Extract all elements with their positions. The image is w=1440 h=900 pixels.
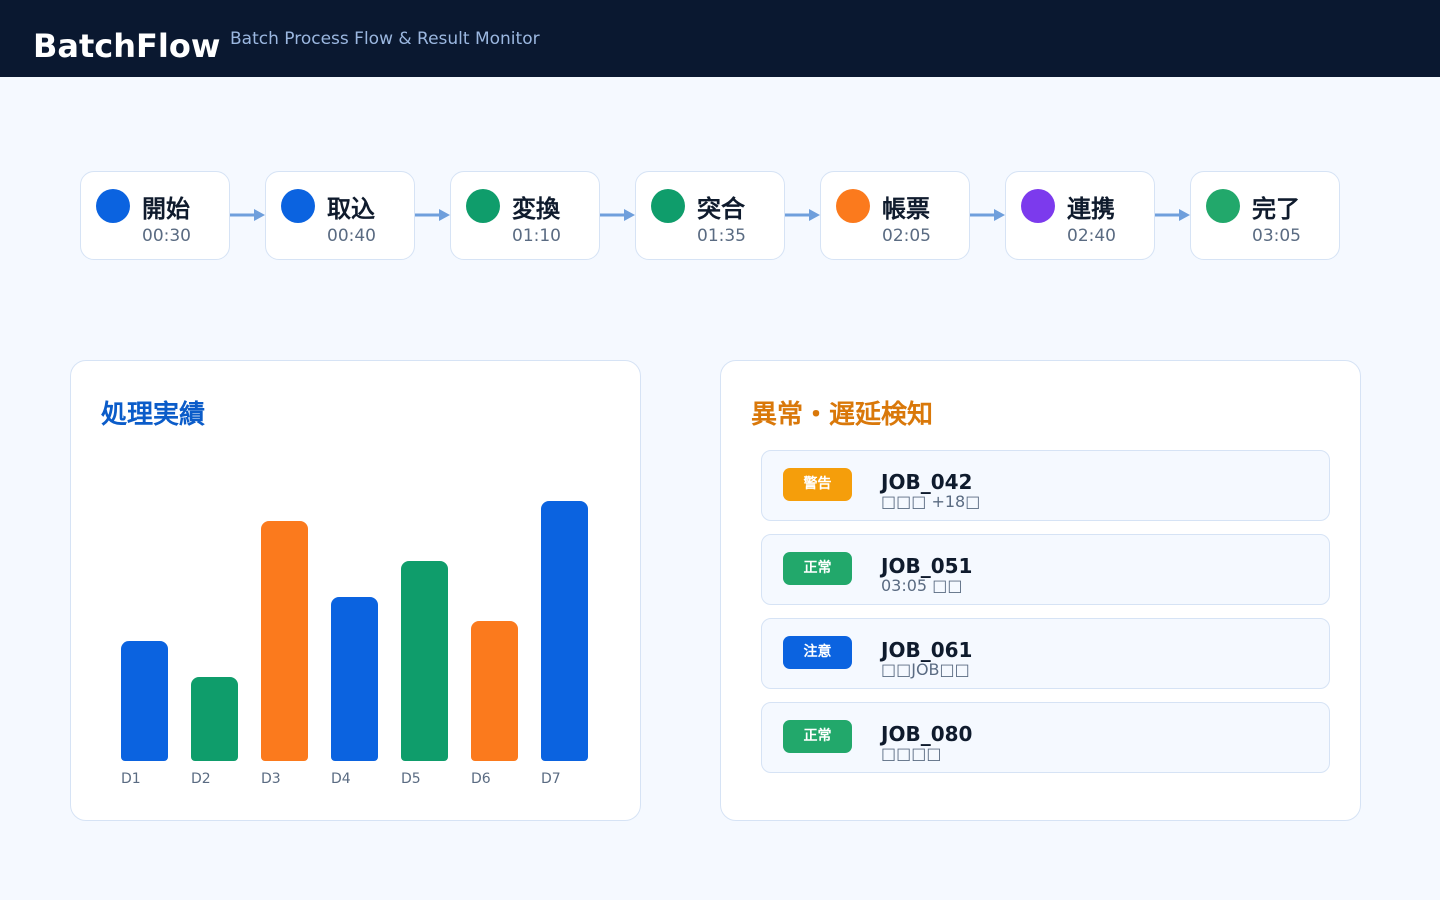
chart-bar-d3[interactable] [261,521,308,761]
flow-step-integration[interactable]: 連携 02:40 [1005,171,1155,260]
chart-bar-d5[interactable] [401,561,448,761]
flow-step-name: 帳票 [882,195,930,223]
flow-step-name: 完了 [1252,195,1300,223]
arrow-right-icon [230,209,265,221]
alert-item[interactable]: 正常 JOB_051 03:05 □□ [761,534,1330,605]
x-tick-label: D7 [541,771,561,787]
alerts-card: 異常・遅延検知 警告 JOB_042 □□□ +18□ 正常 JOB_051 0… [720,360,1361,821]
flow-step-time: 02:40 [1067,226,1116,246]
x-tick-label: D5 [401,771,421,787]
alert-item[interactable]: 注意 JOB_061 □□JOB□□ [761,618,1330,689]
alert-item[interactable]: 正常 JOB_080 □□□□ [761,702,1330,773]
flow-step-report[interactable]: 帳票 02:05 [820,171,970,260]
flow-step-start[interactable]: 開始 00:30 [80,171,230,260]
flow-step-name: 連携 [1067,195,1115,223]
flow-step-import[interactable]: 取込 00:40 [265,171,415,260]
app-brand[interactable]: BatchFlow [33,26,220,66]
chart-bar-d1[interactable] [121,641,168,761]
status-badge: 正常 [783,720,852,753]
status-dot-icon [836,189,870,223]
x-tick-label: D2 [191,771,211,787]
chart-bar-d4[interactable] [331,597,378,761]
flow-step-transform[interactable]: 変換 01:10 [450,171,600,260]
status-badge: 警告 [783,468,852,501]
status-badge: 正常 [783,552,852,585]
chart-bar-d7[interactable] [541,501,588,761]
flow-step-complete[interactable]: 完了 03:05 [1190,171,1340,260]
chart-bar-d2[interactable] [191,677,238,761]
status-dot-icon [96,189,130,223]
x-tick-label: D4 [331,771,351,787]
x-tick-label: D3 [261,771,281,787]
arrow-right-icon [600,209,635,221]
alerts-title: 異常・遅延検知 [751,400,934,430]
results-card: 処理実績 D1 D2 D3 D4 D5 D6 D7 [70,360,641,821]
flow-step-time: 03:05 [1252,226,1301,246]
flow-step-name: 突合 [697,195,745,223]
flow-step-reconcile[interactable]: 突合 01:35 [635,171,785,260]
top-bar: BatchFlow Batch Process Flow & Result Mo… [0,0,1440,77]
results-bar-chart: D1 D2 D3 D4 D5 D6 D7 [71,361,642,822]
job-detail: □□JOB□□ [881,660,970,679]
status-dot-icon [651,189,685,223]
flow-step-time: 01:10 [512,226,561,246]
x-tick-label: D1 [121,771,141,787]
flow-step-time: 01:35 [697,226,746,246]
arrow-right-icon [1155,209,1190,221]
chart-bar-d6[interactable] [471,621,518,761]
job-detail: □□□ +18□ [881,492,981,511]
job-detail: 03:05 □□ [881,576,963,595]
flow-step-time: 00:40 [327,226,376,246]
flow-step-time: 02:05 [882,226,931,246]
status-dot-icon [466,189,500,223]
arrow-right-icon [970,209,1005,221]
job-detail: □□□□ [881,744,942,763]
status-badge: 注意 [783,636,852,669]
flow-step-time: 00:30 [142,226,191,246]
x-tick-label: D6 [471,771,491,787]
arrow-right-icon [785,209,820,221]
flow-step-name: 開始 [142,195,190,223]
alert-item[interactable]: 警告 JOB_042 □□□ +18□ [761,450,1330,521]
flow-step-name: 変換 [512,195,560,223]
arrow-right-icon [415,209,450,221]
status-dot-icon [1206,189,1240,223]
status-dot-icon [1021,189,1055,223]
flow-step-name: 取込 [327,195,375,223]
app-tagline: Batch Process Flow & Result Monitor [230,29,540,49]
status-dot-icon [281,189,315,223]
